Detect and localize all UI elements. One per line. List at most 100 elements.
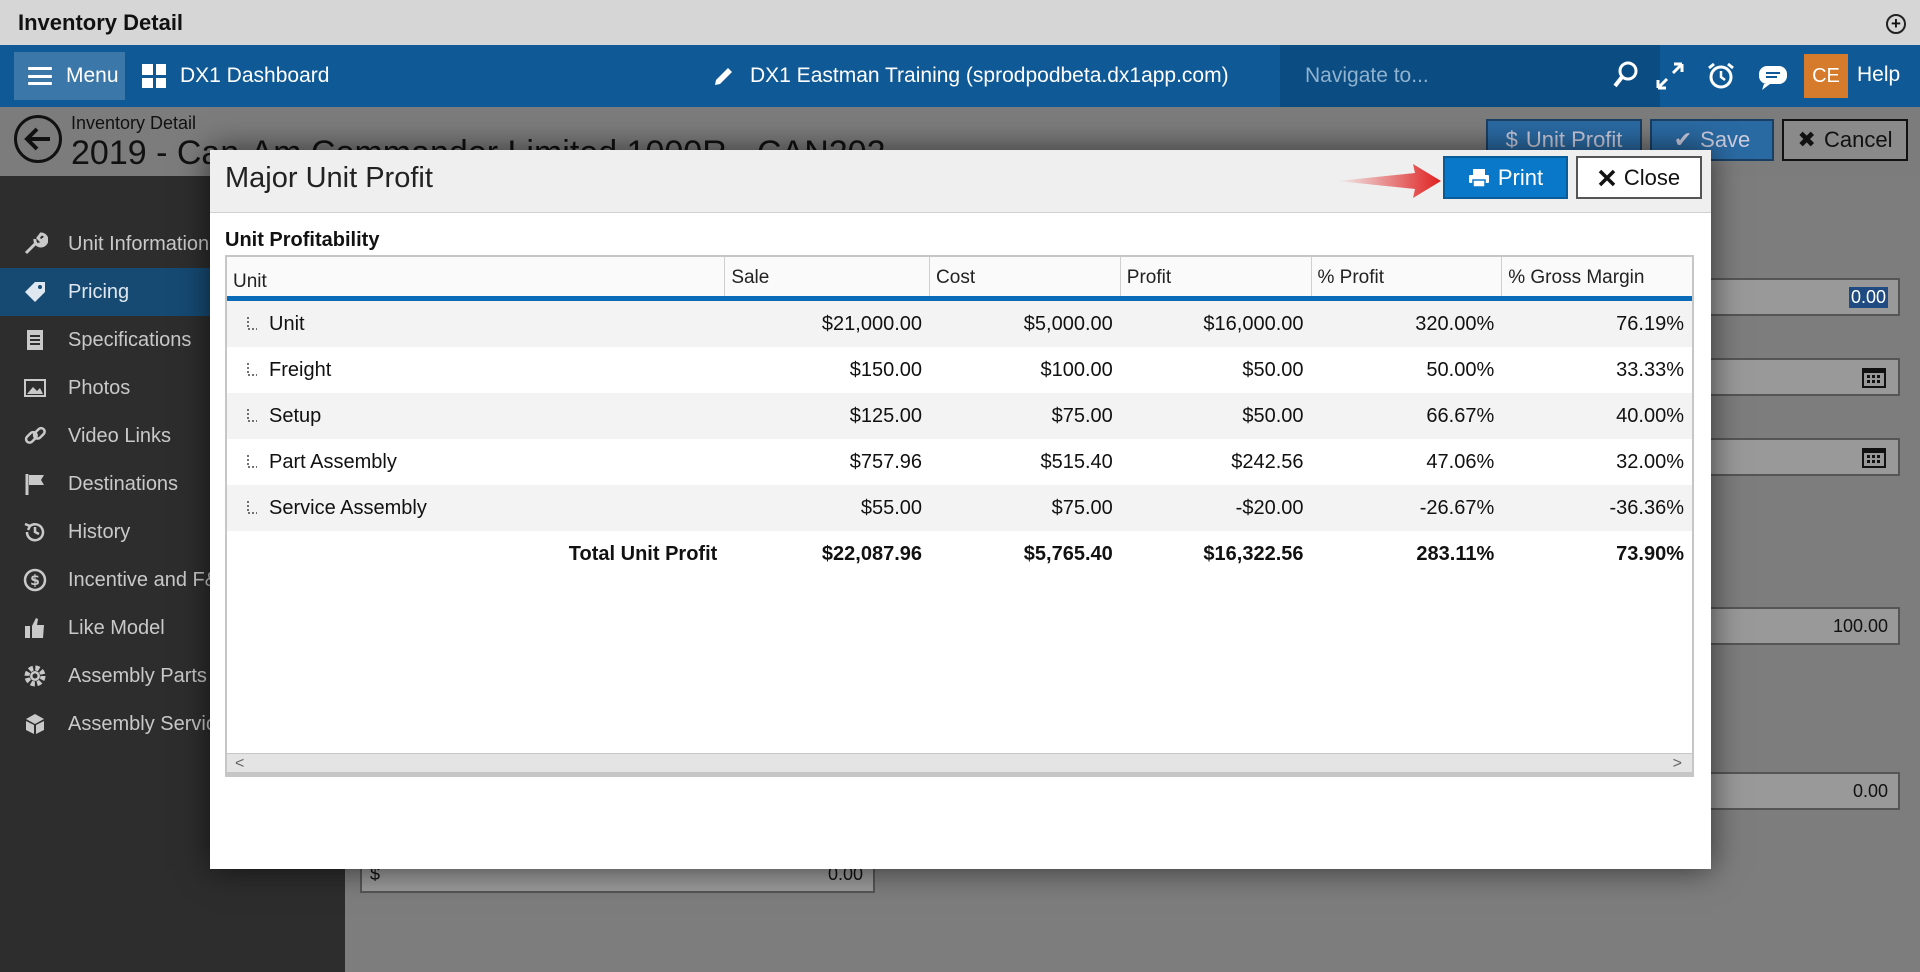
sidebar-item-label: Like Model [68, 616, 165, 639]
scroll-left-icon[interactable]: < [235, 755, 244, 773]
cell-sale: $125.00 [849, 404, 923, 427]
tree-branch-icon [247, 455, 257, 468]
section-title: Unit Profitability [225, 229, 380, 251]
cell-unit: Unit [269, 312, 305, 335]
total-field-value: 0.00 [1852, 780, 1888, 801]
unit-profit-table: Unit Sale Cost Profit % Profit % Gross M… [225, 255, 1694, 777]
cell-unit: Setup [269, 404, 322, 427]
arrow-left-icon [24, 127, 50, 151]
sidebar-item-label: Pricing [68, 280, 130, 303]
cell-gross-margin: 33.33% [1616, 358, 1685, 381]
search-icon[interactable] [1612, 60, 1640, 90]
gear-icon [24, 665, 46, 687]
cell-profit: $50.00 [1242, 404, 1304, 427]
menu-label: Menu [66, 64, 119, 87]
add-icon[interactable]: + [1886, 14, 1906, 34]
table-row[interactable]: Freight $150.00 $100.00 $50.00 50.00% 33… [227, 347, 1692, 393]
cell-gross-margin: 40.00% [1616, 404, 1685, 427]
date-field-1[interactable] [1700, 358, 1900, 396]
cell-sale: $21,000.00 [821, 312, 923, 335]
table-row[interactable]: Unit $21,000.00 $5,000.00 $16,000.00 320… [227, 301, 1692, 347]
sidebar-item-label: Assembly Service [68, 712, 227, 735]
tree-branch-icon [247, 317, 257, 330]
column-header-unit[interactable]: Unit [227, 257, 726, 296]
cell-unit: Part Assembly [269, 450, 397, 473]
cell-sale: $150.00 [849, 358, 923, 381]
date-field-2[interactable] [1700, 438, 1900, 476]
dollar-icon: $ [23, 568, 47, 592]
dashboard-link[interactable]: DX1 Dashboard [142, 52, 329, 100]
tree-branch-icon [247, 409, 257, 422]
column-header-pct-profit[interactable]: % Profit [1312, 257, 1503, 296]
scroll-right-icon[interactable]: > [1673, 755, 1682, 773]
cell-gross-margin: -36.36% [1609, 496, 1685, 519]
amount-field-value: 100.00 [1832, 615, 1888, 636]
print-label: Print [1497, 164, 1544, 190]
cell-gross-margin: 76.19% [1616, 312, 1685, 335]
site-selector[interactable]: DX1 Eastman Training (sprodpodbeta.dx1ap… [712, 52, 1229, 100]
calendar-icon[interactable] [1860, 364, 1888, 390]
print-button[interactable]: Print [1443, 156, 1568, 199]
close-button[interactable]: Close [1576, 156, 1702, 199]
dialog-title: Major Unit Profit [225, 162, 433, 194]
table-row[interactable]: Part Assembly $757.96 $515.40 $242.56 47… [227, 439, 1692, 485]
tree-branch-icon [247, 363, 257, 376]
total-gross-margin: 73.90% [1616, 542, 1685, 565]
column-header-cost[interactable]: Cost [930, 257, 1121, 296]
document-icon [27, 330, 43, 350]
cell-profit: -$20.00 [1235, 496, 1304, 519]
cell-cost: $515.40 [1040, 450, 1113, 473]
total-label: Total Unit Profit [568, 542, 718, 565]
column-header-gross-margin[interactable]: % Gross Margin [1502, 257, 1692, 296]
cell-profit: $16,000.00 [1203, 312, 1304, 335]
red-arrow-icon [1337, 164, 1441, 198]
user-avatar[interactable]: CE [1804, 54, 1848, 98]
cell-sale: $55.00 [860, 496, 923, 519]
link-icon [24, 426, 46, 444]
total-cost: $5,765.40 [1023, 542, 1113, 565]
calendar-icon[interactable] [1860, 444, 1888, 470]
price-field[interactable]: 0.00 [1700, 278, 1900, 316]
hamburger-icon [28, 67, 52, 85]
table-row[interactable]: Service Assembly $55.00 $75.00 -$20.00 -… [227, 485, 1692, 531]
horizontal-scrollbar[interactable]: < > [227, 753, 1692, 775]
cancel-button[interactable]: ✖ Cancel [1782, 119, 1908, 161]
tree-branch-icon [247, 501, 257, 514]
cell-profit: $242.56 [1231, 450, 1304, 473]
pencil-icon [715, 68, 732, 85]
alarm-clock-icon[interactable] [1706, 61, 1736, 91]
wrench-icon [24, 232, 48, 255]
back-button[interactable] [14, 115, 62, 163]
close-icon: ✖ [1797, 127, 1816, 152]
cell-cost: $75.00 [1051, 496, 1113, 519]
column-header-profit[interactable]: Profit [1121, 257, 1312, 296]
cell-cost: $100.00 [1040, 358, 1113, 381]
navigate-input[interactable] [1305, 64, 1595, 88]
total-profit: $16,322.56 [1203, 542, 1304, 565]
box-icon [26, 714, 44, 734]
cell-cost: $75.00 [1051, 404, 1113, 427]
table-row[interactable]: Setup $125.00 $75.00 $50.00 66.67% 40.00… [227, 393, 1692, 439]
fullscreen-icon[interactable] [1655, 61, 1685, 91]
sidebar-item-label: Incentive and F&I [68, 568, 224, 591]
chat-icon[interactable] [1757, 61, 1789, 91]
price-field-value: 0.00 [1848, 286, 1888, 308]
sidebar-item-label: Assembly Parts [68, 664, 207, 687]
menu-button[interactable]: Menu [14, 52, 125, 100]
amount-field[interactable]: 100.00 [1700, 607, 1900, 645]
total-pct-profit: 283.11% [1416, 542, 1495, 565]
flag-icon [25, 474, 44, 495]
cell-sale: $757.96 [849, 450, 923, 473]
total-field[interactable]: 0.00 [1700, 772, 1900, 810]
column-header-sale[interactable]: Sale [725, 257, 931, 296]
cell-cost: $5,000.00 [1023, 312, 1113, 335]
image-icon [24, 379, 46, 397]
printer-icon [1468, 168, 1489, 188]
sidebar-item-label: Photos [68, 376, 131, 399]
cell-pct-profit: 66.67% [1426, 404, 1495, 427]
help-link[interactable]: Help [1857, 63, 1900, 87]
cell-pct-profit: 50.00% [1426, 358, 1495, 381]
cell-profit: $50.00 [1242, 358, 1304, 381]
sidebar-item-label: Specifications [68, 328, 192, 351]
major-unit-profit-dialog: Major Unit Profit Print Close Unit Profi… [210, 150, 1711, 869]
